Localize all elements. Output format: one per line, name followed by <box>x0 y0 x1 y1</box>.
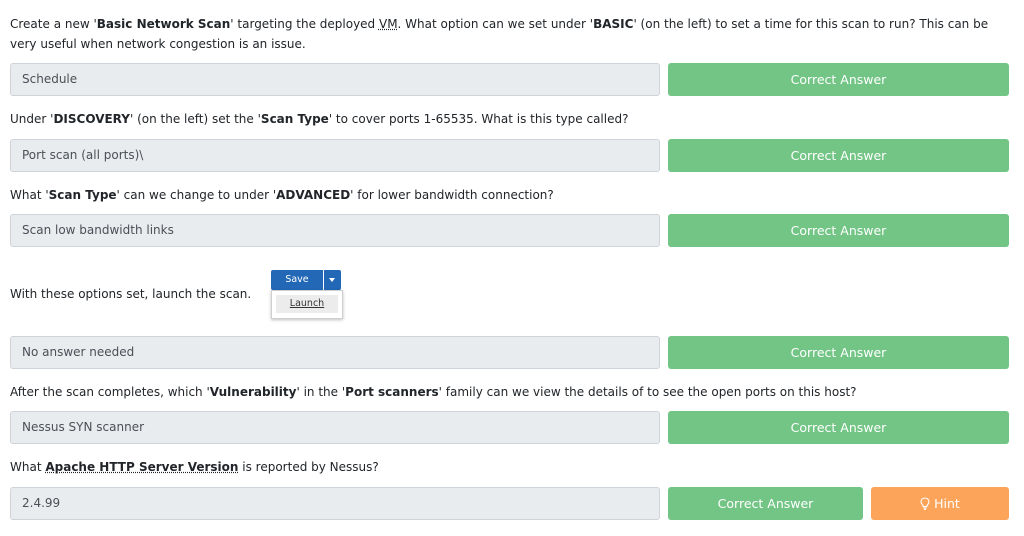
nessus-dropdown-menu: Launch <box>271 290 343 319</box>
question-2-text: Under 'DISCOVERY' (on the left) set the … <box>10 112 629 126</box>
hint-label: Hint <box>934 496 960 511</box>
question-4-correct-answer-button[interactable]: Correct Answer <box>668 336 1009 369</box>
question-4-answer-input[interactable]: No answer needed <box>10 336 660 369</box>
question-2-row: Port scan (all ports)\ Correct Answer <box>10 139 1009 172</box>
nessus-launch-menu-item: Launch <box>276 295 338 313</box>
question-5-row: Nessus SYN scanner Correct Answer <box>10 411 1009 444</box>
question-3-answer-input[interactable]: Scan low bandwidth links <box>10 214 660 247</box>
question-4-row: No answer needed Correct Answer <box>10 336 1009 369</box>
caret-down-icon <box>324 270 341 290</box>
question-6-row: 2.4.99 Correct Answer Hint <box>10 487 1009 520</box>
question-5-text: After the scan completes, which 'Vulnera… <box>10 385 857 399</box>
question-1-text: Create a new 'Basic Network Scan' target… <box>10 17 989 51</box>
question-1-correct-answer-button[interactable]: Correct Answer <box>668 63 1009 96</box>
question-1-answer-input[interactable]: Schedule <box>10 63 660 96</box>
question-6-text: What Apache HTTP Server Version is repor… <box>10 460 379 474</box>
question-5-answer-input[interactable]: Nessus SYN scanner <box>10 411 660 444</box>
question-6-hint-button[interactable]: Hint <box>871 487 1009 520</box>
question-3-row: Scan low bandwidth links Correct Answer <box>10 214 1009 247</box>
question-2-answer-input[interactable]: Port scan (all ports)\ <box>10 139 660 172</box>
question-1-row: Schedule Correct Answer <box>10 63 1009 96</box>
question-4-text: With these options set, launch the scan. <box>10 287 252 301</box>
nessus-save-button: Save <box>271 270 323 290</box>
question-6-correct-answer-button[interactable]: Correct Answer <box>668 487 863 520</box>
question-2-correct-answer-button[interactable]: Correct Answer <box>668 139 1009 172</box>
question-3-correct-answer-button[interactable]: Correct Answer <box>668 214 1009 247</box>
question-5-correct-answer-button[interactable]: Correct Answer <box>668 411 1009 444</box>
task-page: Create a new 'Basic Network Scan' target… <box>0 0 1024 536</box>
question-3-text: What 'Scan Type' can we change to under … <box>10 188 554 202</box>
lightbulb-icon <box>920 497 930 510</box>
question-6-answer-input[interactable]: 2.4.99 <box>10 487 660 520</box>
nessus-save-launch-screenshot: Save Launch <box>269 268 345 320</box>
